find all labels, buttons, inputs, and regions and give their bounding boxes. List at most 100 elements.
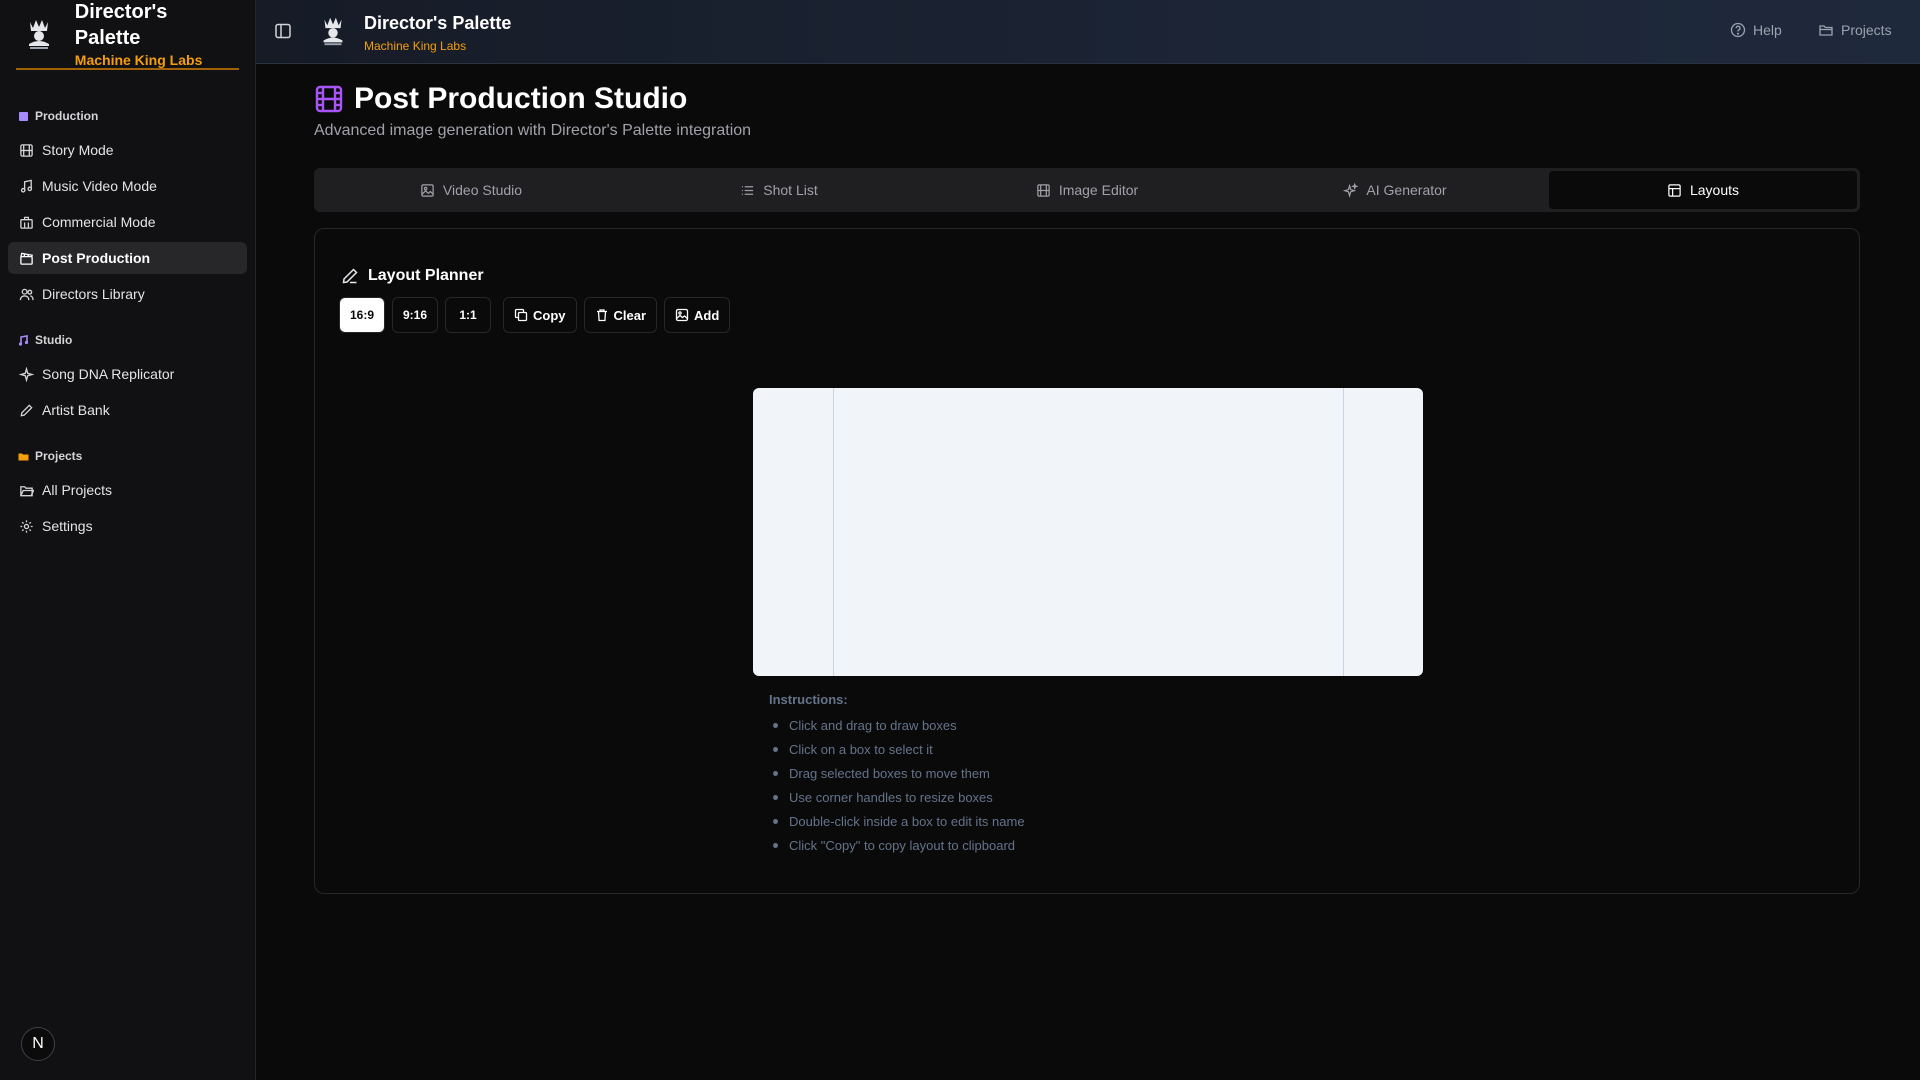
tab-ai-generator[interactable]: AI Generator <box>1241 171 1549 209</box>
copy-label: Copy <box>533 307 566 323</box>
page-title-text: Post Production Studio <box>354 82 688 115</box>
instructions-list: Click and drag to draw boxes Click on a … <box>769 717 1025 861</box>
safe-area-guide-left <box>833 388 834 676</box>
sidebar-item-label: Story Mode <box>42 142 114 158</box>
sidebar: Director's Palette Machine King Labs Pro… <box>0 0 256 1080</box>
instruction-item: Click "Copy" to copy layout to clipboard <box>769 837 1025 861</box>
header-title: Director's Palette <box>364 13 512 33</box>
sidebar-item-label: Post Production <box>42 250 151 266</box>
instruction-item: Double-click inside a box to edit its na… <box>769 813 1025 837</box>
folder-icon <box>1818 22 1834 38</box>
layout-toolbar: 16:9 9:16 1:1 Copy Clear Add <box>339 297 737 333</box>
sidebar-toggle-icon[interactable] <box>274 22 292 40</box>
clear-label: Clear <box>613 307 647 323</box>
help-link[interactable]: Help <box>1730 22 1782 38</box>
add-image-button[interactable]: Add <box>664 297 731 333</box>
clapperboard-icon <box>18 250 34 266</box>
tab-label: Video Studio <box>442 182 523 198</box>
sidebar-brand[interactable]: Director's Palette Machine King Labs <box>16 0 239 70</box>
sidebar-item-directors-library[interactable]: Directors Library <box>8 278 247 310</box>
pen-icon <box>18 402 34 418</box>
header-logo-icon <box>318 14 348 48</box>
help-label: Help <box>1753 22 1782 38</box>
ratio-1-1-button[interactable]: 1:1 <box>445 297 491 333</box>
film-icon <box>1036 183 1051 198</box>
sidebar-item-commercial-mode[interactable]: Commercial Mode <box>8 206 247 238</box>
sidebar-item-label: Song DNA Replicator <box>42 366 175 382</box>
nav-group-text: Studio <box>35 333 73 347</box>
film-icon <box>18 142 34 158</box>
projects-link[interactable]: Projects <box>1818 22 1892 38</box>
page-subtitle: Advanced image generation with Director'… <box>314 122 752 139</box>
sparkles-icon <box>1343 182 1359 198</box>
sidebar-item-label: Artist Bank <box>42 402 110 418</box>
clapper-icon <box>18 111 29 122</box>
music-icon <box>18 334 29 346</box>
top-header: Director's Palette Machine King Labs Hel… <box>256 0 1920 64</box>
nav-group-text: Production <box>35 109 99 123</box>
instructions-title: Instructions: <box>769 692 848 707</box>
sidebar-item-label: Commercial Mode <box>42 214 156 230</box>
studio-tabs: Video Studio Shot List Image Editor AI G… <box>314 168 1860 212</box>
sidebar-item-post-production[interactable]: Post Production <box>8 242 247 274</box>
music-note-icon <box>18 178 34 194</box>
tab-image-editor[interactable]: Image Editor <box>933 171 1241 209</box>
tab-label: AI Generator <box>1366 182 1447 198</box>
sidebar-item-label: All Projects <box>42 482 113 498</box>
tab-layouts[interactable]: Layouts <box>1549 171 1857 209</box>
instruction-item: Drag selected boxes to move them <box>769 765 1025 789</box>
add-label: Add <box>694 307 720 323</box>
copy-icon <box>514 308 528 322</box>
building-icon <box>18 214 34 230</box>
sidebar-item-label: Music Video Mode <box>42 178 157 194</box>
nav-group-label-projects: Projects <box>8 446 247 466</box>
list-icon <box>740 183 755 198</box>
machine-king-logo-icon <box>24 15 55 53</box>
tab-shot-list[interactable]: Shot List <box>625 171 933 209</box>
ratio-16-9-button[interactable]: 16:9 <box>339 297 385 333</box>
trash-icon <box>595 308 609 322</box>
clear-button[interactable]: Clear <box>583 297 658 333</box>
copy-button[interactable]: Copy <box>503 297 577 333</box>
instruction-item: Click and drag to draw boxes <box>769 717 1025 741</box>
safe-area-guide-right <box>1343 388 1344 676</box>
pencil-icon <box>341 267 359 285</box>
layout-planner-card: Layout Planner 16:9 9:16 1:1 Copy Clear … <box>314 228 1860 894</box>
nav-group-label-production: Production <box>8 106 247 126</box>
layout-planner-title-text: Layout Planner <box>368 267 484 284</box>
layout-planner-title: Layout Planner <box>341 267 484 285</box>
sparkles-icon <box>18 366 34 382</box>
sidebar-app-title: Director's Palette <box>74 1 168 49</box>
sidebar-item-story-mode[interactable]: Story Mode <box>8 134 247 166</box>
projects-label: Projects <box>1841 22 1892 38</box>
help-circle-icon <box>1730 22 1746 38</box>
instruction-item: Use corner handles to resize boxes <box>769 789 1025 813</box>
nav-group-projects: Projects All Projects Settings <box>0 446 255 542</box>
sidebar-item-artist-bank[interactable]: Artist Bank <box>8 394 247 426</box>
ratio-9-16-button[interactable]: 9:16 <box>392 297 438 333</box>
sidebar-item-settings[interactable]: Settings <box>8 510 247 542</box>
tab-video-studio[interactable]: Video Studio <box>317 171 625 209</box>
tab-label: Image Editor <box>1058 182 1139 198</box>
user-avatar[interactable]: N <box>21 1027 55 1061</box>
layout-canvas[interactable] <box>753 388 1423 676</box>
nav-group-label-studio: Studio <box>8 330 247 350</box>
tab-label: Shot List <box>763 182 818 198</box>
instruction-item: Click on a box to select it <box>769 741 1025 765</box>
page-title: Post Production Studio <box>314 82 687 116</box>
folder-icon <box>18 451 29 462</box>
image-plus-icon <box>675 308 689 322</box>
nav-group-studio: Studio Song DNA Replicator Artist Bank <box>0 330 255 426</box>
sidebar-app-subtitle: Machine King Labs <box>74 52 203 68</box>
layout-icon <box>1667 183 1682 198</box>
sidebar-item-song-dna-replicator[interactable]: Song DNA Replicator <box>8 358 247 390</box>
instructions: Instructions: Click and drag to draw box… <box>769 692 1025 861</box>
nav-group-production: Production Story Mode Music Video Mode C… <box>0 106 255 310</box>
nav-group-text: Projects <box>35 449 83 463</box>
header-subtitle: Machine King Labs <box>364 39 467 53</box>
gear-icon <box>18 518 34 534</box>
sidebar-item-all-projects[interactable]: All Projects <box>8 474 247 506</box>
sidebar-item-label: Directors Library <box>42 286 145 302</box>
sidebar-item-music-video-mode[interactable]: Music Video Mode <box>8 170 247 202</box>
users-icon <box>18 286 34 302</box>
